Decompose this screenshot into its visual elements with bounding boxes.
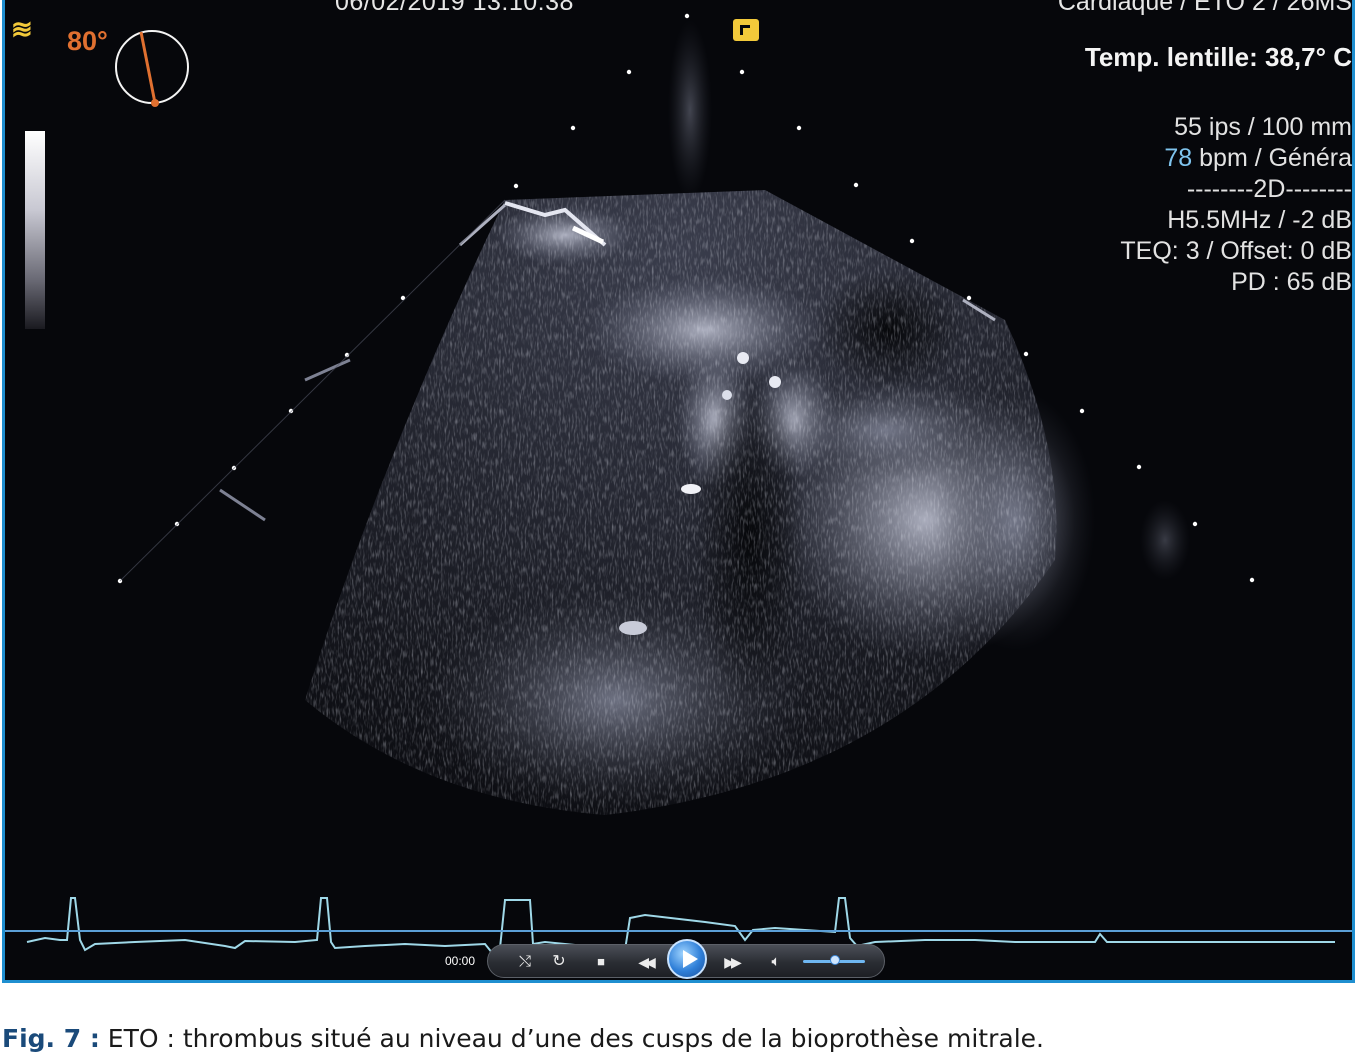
datetime-text: 06/02/2019 13:10:38 xyxy=(335,0,574,16)
imaging-mode: --------2D-------- xyxy=(1186,175,1352,203)
frequency-gain: H5.5MHz / -2 dB xyxy=(1167,206,1352,234)
ultrasound-viewport: ≋ 80° 06/02/2019 13:10:38 Cardiaque / ET… xyxy=(2,0,1355,983)
orientation-marker-icon xyxy=(733,19,759,41)
acquisition-parameters: 55 ips / 100 mm 78 bpm / Généra --------… xyxy=(1120,112,1352,298)
volume-slider-thumb[interactable] xyxy=(830,955,840,965)
angle-dial xyxy=(115,30,189,107)
rewind-icon[interactable]: ◀◀ xyxy=(630,945,660,979)
volume-icon[interactable]: 🔈︎ xyxy=(766,945,786,979)
figure-label: Fig. 7 : xyxy=(2,1024,100,1053)
repeat-icon[interactable]: ↻ xyxy=(548,945,570,979)
shuffle-icon[interactable]: ⤭ xyxy=(514,945,536,979)
grayscale-bar xyxy=(25,131,45,329)
play-button[interactable] xyxy=(667,939,707,979)
figure-caption-text: ETO : thrombus situé au niveau d’une des… xyxy=(99,1024,1044,1053)
heart-rate-value: 78 xyxy=(1164,144,1193,172)
exam-preset-text: Cardiaque / ETO 2 / 26MS xyxy=(1057,0,1352,16)
frame-rate-depth: 55 ips / 100 mm xyxy=(1174,113,1352,141)
figure-caption: Fig. 7 : ETO : thrombus situé au niveau … xyxy=(2,1024,1044,1053)
menu-icon[interactable]: ≋ xyxy=(11,16,33,42)
teq-offset: TEQ: 3 / Offset: 0 dB xyxy=(1120,237,1352,265)
stop-icon[interactable]: ■ xyxy=(590,945,612,979)
scan-sector xyxy=(305,190,1057,815)
probe-temperature: Temp. lentille: 38,7° C xyxy=(1084,42,1352,72)
fast-forward-icon[interactable]: ▶▶ xyxy=(716,945,746,979)
heart-rate-line: 78 bpm / Généra xyxy=(1120,143,1352,174)
heart-rate-suffix: bpm / Généra xyxy=(1192,144,1352,172)
power-doppler: PD : 65 dB xyxy=(1231,268,1352,296)
probe-angle: 80° xyxy=(67,26,108,56)
playback-time: 00:00 xyxy=(445,954,476,968)
